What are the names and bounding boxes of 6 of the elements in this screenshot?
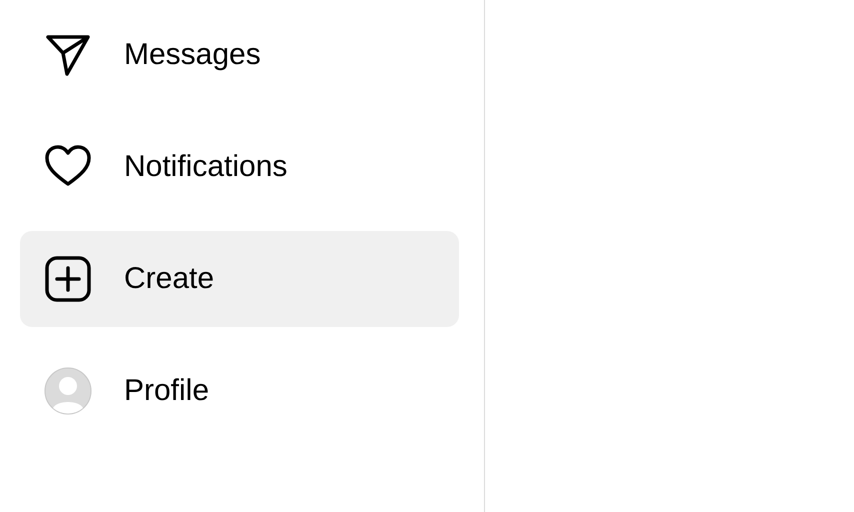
avatar-icon [44,367,92,415]
sidebar-item[interactable]: Notifications [20,119,459,215]
sidebar-item[interactable]: Messages [20,7,459,103]
sidebar-item[interactable]: Profile [20,343,459,439]
sidebar-item[interactable]: Create [20,231,459,327]
plus-square-icon [44,255,92,303]
